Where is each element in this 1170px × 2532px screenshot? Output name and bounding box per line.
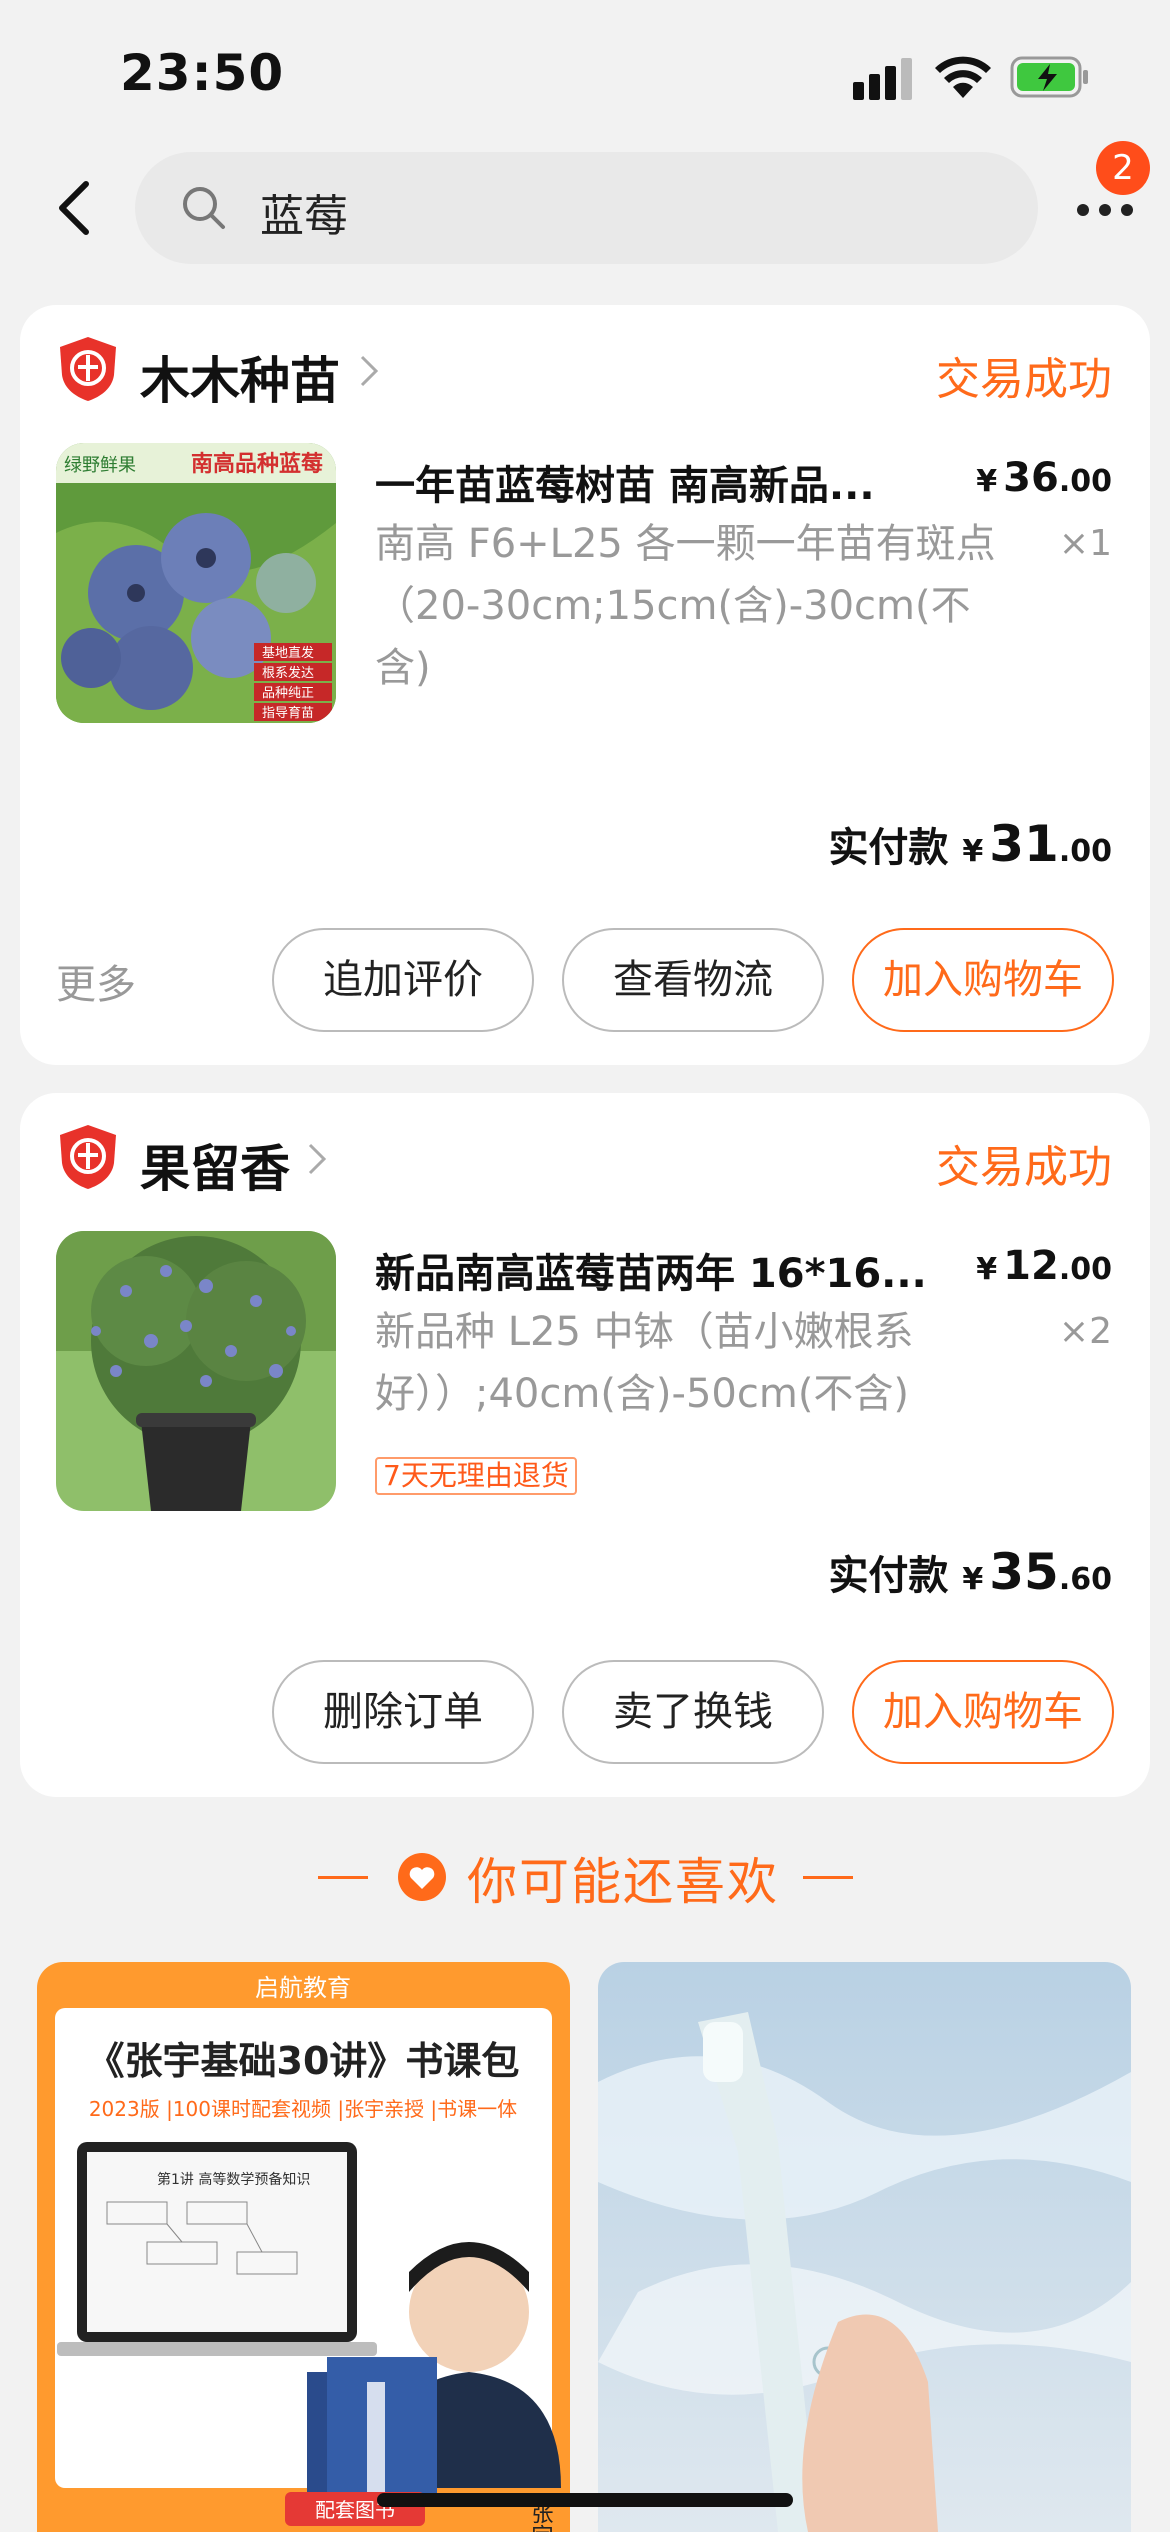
paid-decimal: .00	[1058, 834, 1112, 869]
wifi-icon	[935, 56, 991, 98]
search-bar[interactable]: 蓝莓	[135, 152, 1038, 264]
status-bar: 23:50	[0, 0, 1170, 150]
resell-button[interactable]: 卖了换钱	[562, 1660, 824, 1764]
currency-symbol: ¥	[976, 464, 998, 499]
unit-price: ¥12.00	[976, 1243, 1112, 1289]
recommend-title: 你可能还喜欢	[467, 1853, 779, 1911]
add-to-cart-button[interactable]: 加入购物车	[852, 1660, 1114, 1764]
price-decimal: .00	[1058, 1252, 1112, 1287]
enterprise-shield-icon	[60, 1125, 116, 1189]
price-decimal: .00	[1058, 464, 1112, 499]
thumb-tag: 基地直发	[262, 645, 314, 661]
price-integer: 12	[1003, 1243, 1059, 1289]
paid-label: 实付款	[828, 1553, 949, 1599]
paid-label: 实付款	[828, 825, 949, 871]
home-indicator	[377, 2493, 793, 2507]
price-integer: 36	[1003, 455, 1059, 501]
paid-amount: 实付款 ¥31.00	[828, 815, 1112, 873]
notification-badge: 2	[1096, 141, 1150, 195]
search-query[interactable]: 蓝莓	[260, 180, 348, 244]
paid-integer: 31	[989, 815, 1059, 873]
status-time: 23:50	[120, 44, 285, 102]
view-logistics-button[interactable]: 查看物流	[562, 928, 824, 1032]
product-title[interactable]: 一年苗蓝莓树苗 南高新品...	[375, 453, 875, 511]
product-spec: 南高 F6+L25 各一颗一年苗有斑点（20-30cm;15cm(含)-30cm…	[375, 521, 996, 691]
thumb-logo-text: 绿野鲜果	[64, 455, 136, 476]
order-status: 交易成功	[936, 1142, 1112, 1193]
return-policy-tag: 7天无理由退货	[375, 1457, 577, 1495]
thumb-tag: 指导育苗	[262, 705, 314, 721]
blueberry-bush-photo	[56, 1231, 336, 1511]
order-card: 木木种苗 交易成功 绿野鲜果 南高品种蓝莓 基地直发 根系发达 品种纯正 指导育…	[20, 305, 1150, 1065]
brand-name: 启航教育	[255, 1974, 351, 2002]
more-link[interactable]: 更多	[56, 952, 136, 1010]
thumb-tag: 根系发达	[262, 665, 314, 681]
divider-line	[318, 1876, 368, 1879]
currency-symbol: ¥	[962, 1562, 984, 1597]
quantity: ×1	[1058, 523, 1112, 564]
quantity: ×2	[1058, 1311, 1112, 1352]
recommend-item[interactable]: 启航教育 《张宇基础30讲》书课包 2023版 |100课时配套视频 |张宇亲授…	[37, 1962, 570, 2532]
enterprise-shield-icon	[60, 337, 116, 401]
paid-integer: 35	[989, 1543, 1059, 1601]
divider-line	[803, 1876, 853, 1879]
back-icon[interactable]	[50, 178, 100, 238]
chevron-right-icon[interactable]	[358, 353, 380, 389]
order-card: 果留香 交易成功 新品南高蓝莓苗两年 16*16... ¥12.00 新品种 L…	[20, 1093, 1150, 1797]
signal-icon	[853, 58, 912, 100]
chevron-right-icon[interactable]	[306, 1141, 328, 1177]
product-spec: 新品种 L25 中钵（苗小嫩根系好））;40cm(含)-50cm(不含)	[375, 1309, 914, 1417]
add-review-button[interactable]: 追加评价	[272, 928, 534, 1032]
blueberry-photo: 绿野鲜果 南高品种蓝莓 基地直发 根系发达 品种纯正 指导育苗	[56, 443, 336, 723]
slide-title: 第1讲 高等数学预备知识	[157, 2171, 310, 2188]
course-headline: 《张宇基础30讲》书课包	[87, 2039, 520, 2083]
unit-price: ¥36.00	[976, 455, 1112, 501]
product-image[interactable]	[56, 1231, 336, 1511]
course-subline: 2023版 |100课时配套视频 |张宇亲授 |书课一体	[89, 2097, 517, 2121]
order-status: 交易成功	[936, 354, 1112, 405]
product-title[interactable]: 新品南高蓝莓苗两年 16*16...	[375, 1241, 927, 1299]
shop-name[interactable]: 果留香	[140, 1129, 290, 1201]
thumb-banner-text: 南高品种蓝莓	[191, 451, 323, 477]
course-ad-image: 启航教育 《张宇基础30讲》书课包 2023版 |100课时配套视频 |张宇亲授…	[37, 1962, 570, 2532]
toothbrush-ad-image	[598, 1962, 1131, 2532]
paid-amount: 实付款 ¥35.60	[828, 1543, 1112, 1601]
shop-name[interactable]: 木木种苗	[140, 341, 340, 413]
currency-symbol: ¥	[962, 834, 984, 869]
paid-decimal: .60	[1058, 1562, 1112, 1597]
search-icon	[183, 187, 225, 229]
recommend-item[interactable]	[598, 1962, 1131, 2532]
delete-order-button[interactable]: 删除订单	[272, 1660, 534, 1764]
thumb-tag: 品种纯正	[262, 686, 314, 701]
add-to-cart-button[interactable]: 加入购物车	[852, 928, 1114, 1032]
product-image[interactable]: 绿野鲜果 南高品种蓝莓 基地直发 根系发达 品种纯正 指导育苗	[56, 443, 336, 723]
currency-symbol: ¥	[976, 1252, 998, 1287]
heart-icon	[398, 1853, 446, 1901]
battery-charging-icon	[1010, 56, 1088, 98]
